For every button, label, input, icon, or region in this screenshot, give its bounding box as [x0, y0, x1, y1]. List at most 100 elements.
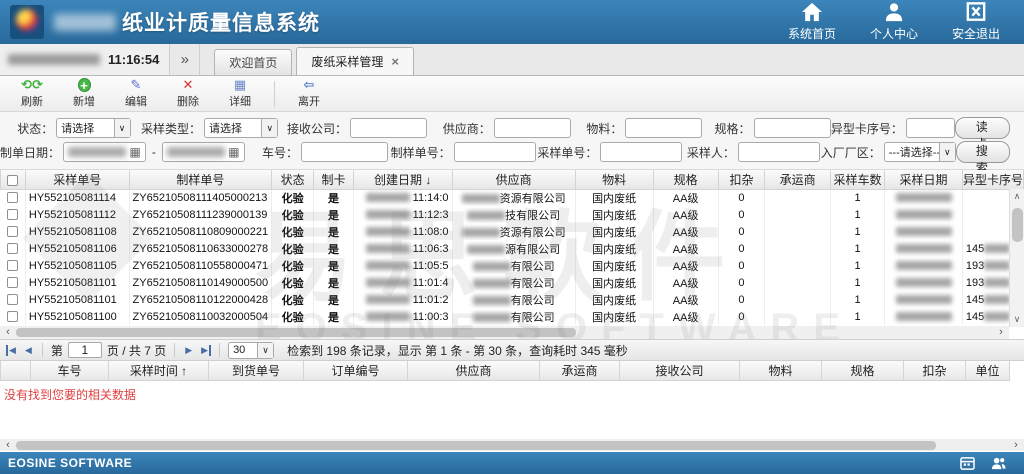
detail-button[interactable]: ▦ 详细 [214, 77, 266, 111]
vertical-scroll-thumb[interactable] [1012, 208, 1023, 242]
column-header[interactable]: 物料 [575, 170, 653, 189]
column-header[interactable]: 采样单号 [25, 170, 129, 189]
doc-date-from-input[interactable]: ▦ [63, 142, 146, 162]
spec-input[interactable] [754, 118, 831, 138]
row-checkbox[interactable] [7, 243, 18, 254]
nav-personal-center[interactable]: 个人中心 [870, 2, 918, 42]
column-header[interactable]: 采样车数 [830, 170, 884, 189]
refresh-button[interactable]: ⟲⟳ 刷新 [6, 77, 58, 111]
column-header[interactable]: 状态 [272, 170, 314, 189]
sampler-input[interactable] [738, 142, 820, 162]
table-row[interactable]: HY552105081101ZY65210508110122000428化验是 … [1, 291, 1024, 308]
area-select[interactable]: ---请选择--∨ [884, 142, 956, 162]
detail-column-header[interactable]: 规格 [822, 361, 904, 380]
calendar-icon[interactable]: ▦ [129, 145, 140, 159]
vertical-scrollbar[interactable]: ∧ ∨ [1009, 189, 1024, 327]
select-all-checkbox[interactable] [7, 175, 18, 186]
calendar-icon[interactable] [960, 456, 975, 470]
row-checkbox[interactable] [7, 209, 18, 220]
table-row[interactable]: HY552105081105ZY65210508110558000471化验是 … [1, 257, 1024, 274]
column-header[interactable]: 规格 [653, 170, 718, 189]
table-row[interactable]: HY552105081108ZY65210508110809000221化验是 … [1, 223, 1024, 240]
cell-card: 是 [314, 274, 354, 291]
table-row[interactable]: HY552105081114ZY65210508111405000213化验是 … [1, 189, 1024, 206]
detail-horizontal-scrollbar[interactable]: ‹ › [0, 439, 1024, 451]
row-checkbox[interactable] [7, 260, 18, 271]
column-header[interactable]: 创建日期 ↓ [353, 170, 452, 189]
detail-column-header[interactable]: 车号 [31, 361, 109, 380]
detail-column-header[interactable] [1, 361, 31, 380]
column-header[interactable]: 供应商 [452, 170, 575, 189]
detail-column-header[interactable]: 承运商 [540, 361, 620, 380]
table-header-row: 采样单号制样单号状态制卡创建日期 ↓供应商物料规格扣杂承运商采样车数采样日期异型… [1, 170, 1024, 189]
next-page-icon[interactable]: ▶ [183, 345, 194, 356]
sample-type-select[interactable]: 请选择∨ [204, 118, 278, 138]
add-button[interactable]: + 新增 [58, 77, 110, 111]
row-checkbox[interactable] [7, 277, 18, 288]
page-size-select[interactable]: 30∨ [228, 342, 274, 359]
scroll-down-icon[interactable]: ∨ [1010, 312, 1024, 327]
supplier-input[interactable] [494, 118, 571, 138]
detail-column-header[interactable]: 单位 [966, 361, 1010, 380]
row-checkbox[interactable] [7, 192, 18, 203]
sample-no-input[interactable] [600, 142, 682, 162]
calendar-icon[interactable]: ▦ [228, 145, 239, 159]
cell-spec: AA级 [653, 223, 718, 240]
nav-label: 系统首页 [788, 25, 836, 42]
tab-close-icon[interactable]: × [391, 54, 399, 69]
doc-date-to-input[interactable]: ▦ [162, 142, 245, 162]
recv-company-input[interactable] [350, 118, 427, 138]
column-header[interactable]: 采样日期 [885, 170, 963, 189]
users-icon[interactable] [991, 456, 1006, 470]
column-header[interactable]: 制卡 [314, 170, 354, 189]
edit-button[interactable]: ✎ 编辑 [110, 77, 162, 111]
column-header[interactable]: 扣杂 [718, 170, 765, 189]
first-page-icon[interactable]: ◀ [6, 345, 18, 356]
detail-column-header[interactable]: 物料 [740, 361, 822, 380]
column-header[interactable]: 承运商 [765, 170, 831, 189]
detail-column-header[interactable]: 接收公司 [620, 361, 740, 380]
page-number-input[interactable]: 1 [68, 342, 102, 358]
status-select[interactable]: 请选择∨ [56, 118, 130, 138]
horizontal-scroll-thumb[interactable] [16, 441, 936, 450]
card-serial-input[interactable] [906, 118, 956, 138]
scroll-right-icon[interactable]: › [1008, 439, 1024, 452]
column-header[interactable]: 异型卡序号 [962, 170, 1023, 189]
table-row[interactable]: HY552105081112ZY65210508111239000139化验是 … [1, 206, 1024, 223]
table-row[interactable]: HY552105081100ZY65210508110032000504化验是 … [1, 308, 1024, 325]
recv-company-label: 接收公司： [278, 120, 347, 137]
scroll-right-icon[interactable]: › [993, 326, 1009, 339]
delete-button[interactable]: ✕ 删除 [162, 77, 214, 111]
column-header[interactable]: 制样单号 [129, 170, 272, 189]
detail-column-header[interactable]: 扣杂 [904, 361, 966, 380]
leave-button[interactable]: ⇦ 离开 [283, 77, 335, 111]
nav-system-home[interactable]: 系统首页 [788, 2, 836, 42]
scroll-left-icon[interactable]: ‹ [0, 439, 16, 452]
table-row[interactable]: HY552105081106ZY65210508110633000278化验是 … [1, 240, 1024, 257]
last-page-icon[interactable]: ▶ [199, 345, 211, 356]
material-input[interactable] [625, 118, 702, 138]
scroll-left-icon[interactable]: ‹ [0, 326, 16, 339]
prev-page-icon[interactable]: ◀ [23, 345, 34, 356]
horizontal-scroll-thumb[interactable] [16, 328, 576, 337]
tab-waste-paper-sampling[interactable]: 废纸采样管理 × [296, 47, 414, 75]
tab-expand-button[interactable]: » [170, 44, 200, 75]
cell-deduct: 0 [718, 240, 765, 257]
row-checkbox[interactable] [7, 311, 18, 322]
tab-welcome[interactable]: 欢迎首页 [214, 49, 292, 75]
read-card-button[interactable]: 读 卡 [955, 117, 1010, 139]
row-checkbox[interactable] [7, 294, 18, 305]
cell-make-no: ZY65210508111239000139 [129, 206, 272, 223]
table-row[interactable]: HY552105081101ZY65210508110149000500化验是 … [1, 274, 1024, 291]
nav-safe-logout[interactable]: 安全退出 [952, 2, 1000, 42]
search-button[interactable]: 搜 索 [956, 141, 1010, 163]
truck-input[interactable] [301, 142, 388, 162]
detail-column-header[interactable]: 采样时间 ↑ [109, 361, 209, 380]
scroll-up-icon[interactable]: ∧ [1010, 189, 1024, 204]
horizontal-scrollbar[interactable]: ‹ › [0, 326, 1009, 339]
detail-column-header[interactable]: 订单编号 [304, 361, 408, 380]
detail-column-header[interactable]: 供应商 [408, 361, 540, 380]
detail-column-header[interactable]: 到货单号 [209, 361, 304, 380]
make-no-input[interactable] [454, 142, 536, 162]
row-checkbox[interactable] [7, 226, 18, 237]
